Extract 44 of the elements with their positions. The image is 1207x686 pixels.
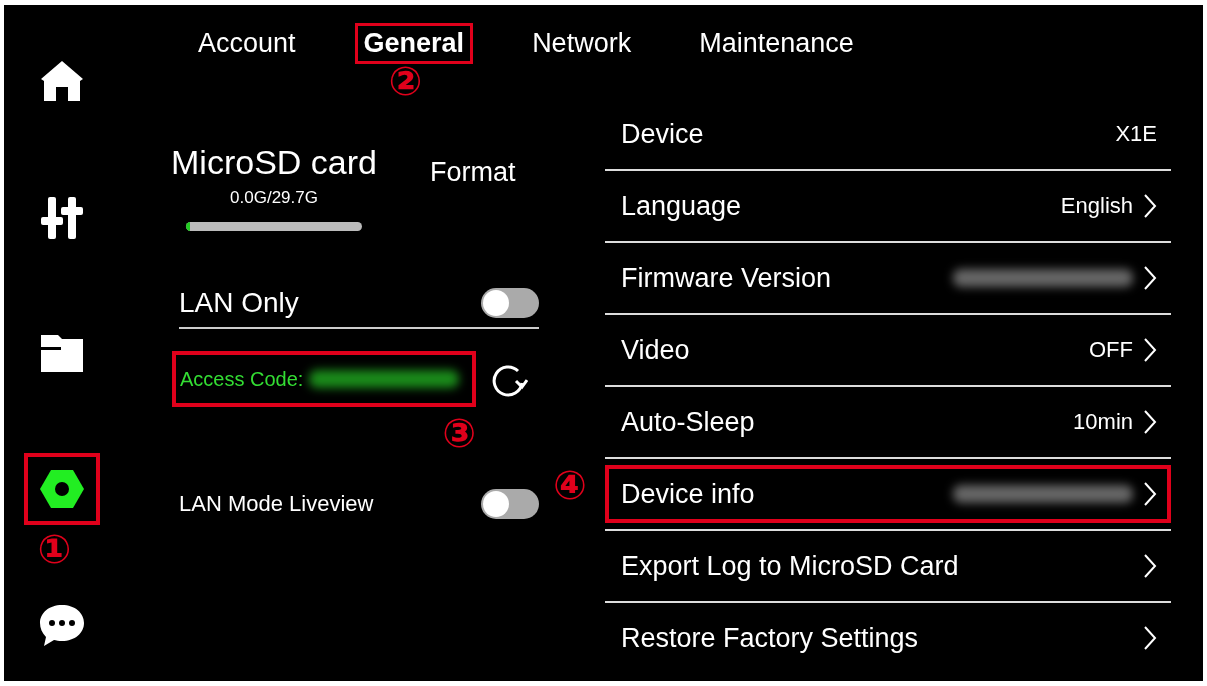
setting-label: Video bbox=[621, 334, 690, 366]
chevron-icon bbox=[1143, 481, 1157, 507]
chevron-icon bbox=[1143, 265, 1157, 291]
setting-label: Language bbox=[621, 190, 742, 222]
toggle-switch[interactable] bbox=[481, 288, 539, 318]
tab[interactable]: Network bbox=[523, 23, 641, 64]
setting-label: Restore Factory Settings bbox=[621, 622, 919, 654]
tab[interactable]: General bbox=[354, 23, 474, 64]
setting-label: Firmware Version bbox=[621, 262, 832, 294]
settings-row[interactable]: Device info bbox=[605, 465, 1171, 523]
setting-label: Export Log to MicroSD Card bbox=[621, 550, 959, 582]
settings-row[interactable]: Firmware Version bbox=[605, 243, 1171, 313]
setting-value: English bbox=[1060, 193, 1133, 219]
storage-usage: 0.0G/29.7G bbox=[230, 188, 318, 208]
step-number: ③ bbox=[442, 413, 476, 453]
step-number: ① bbox=[37, 529, 72, 569]
chevron-icon bbox=[1143, 337, 1157, 363]
format-button[interactable]: Format bbox=[430, 157, 516, 188]
toggle-switch[interactable] bbox=[481, 489, 539, 519]
settings-row[interactable]: Restore Factory Settings bbox=[605, 603, 1171, 673]
nav-settings-button[interactable] bbox=[23, 453, 100, 525]
settings-row[interactable]: Video OFF bbox=[605, 315, 1171, 385]
setting-label: Auto-Sleep bbox=[621, 406, 755, 438]
chevron-icon bbox=[1143, 193, 1157, 219]
settings-row[interactable]: Language English bbox=[605, 171, 1171, 241]
setting-label: Device info bbox=[621, 478, 755, 510]
tab[interactable]: Maintenance bbox=[690, 23, 863, 64]
setting-label: Device bbox=[621, 118, 704, 150]
settings-row[interactable]: Auto-Sleep 10min bbox=[605, 387, 1171, 457]
step-number: ② bbox=[388, 61, 423, 101]
settings-row[interactable]: Export Log to MicroSD Card bbox=[605, 531, 1171, 601]
settings-row[interactable]: Device X1E bbox=[605, 99, 1171, 169]
setting-value: OFF bbox=[1089, 337, 1133, 363]
setting-value: 10min bbox=[1073, 409, 1133, 435]
setting-value: X1E bbox=[1115, 121, 1157, 147]
access-code-field: Access Code: bbox=[172, 351, 476, 407]
tab[interactable]: Account bbox=[189, 23, 305, 64]
toggle-label: LAN Mode Liveview bbox=[179, 491, 374, 517]
toggle-label: LAN Only bbox=[179, 287, 299, 319]
chevron-icon bbox=[1143, 409, 1157, 435]
step-number: ④ bbox=[553, 465, 587, 505]
chevron-icon bbox=[1143, 625, 1157, 651]
storage-title: MicroSD card bbox=[171, 143, 377, 182]
chevron-icon bbox=[1143, 553, 1157, 579]
